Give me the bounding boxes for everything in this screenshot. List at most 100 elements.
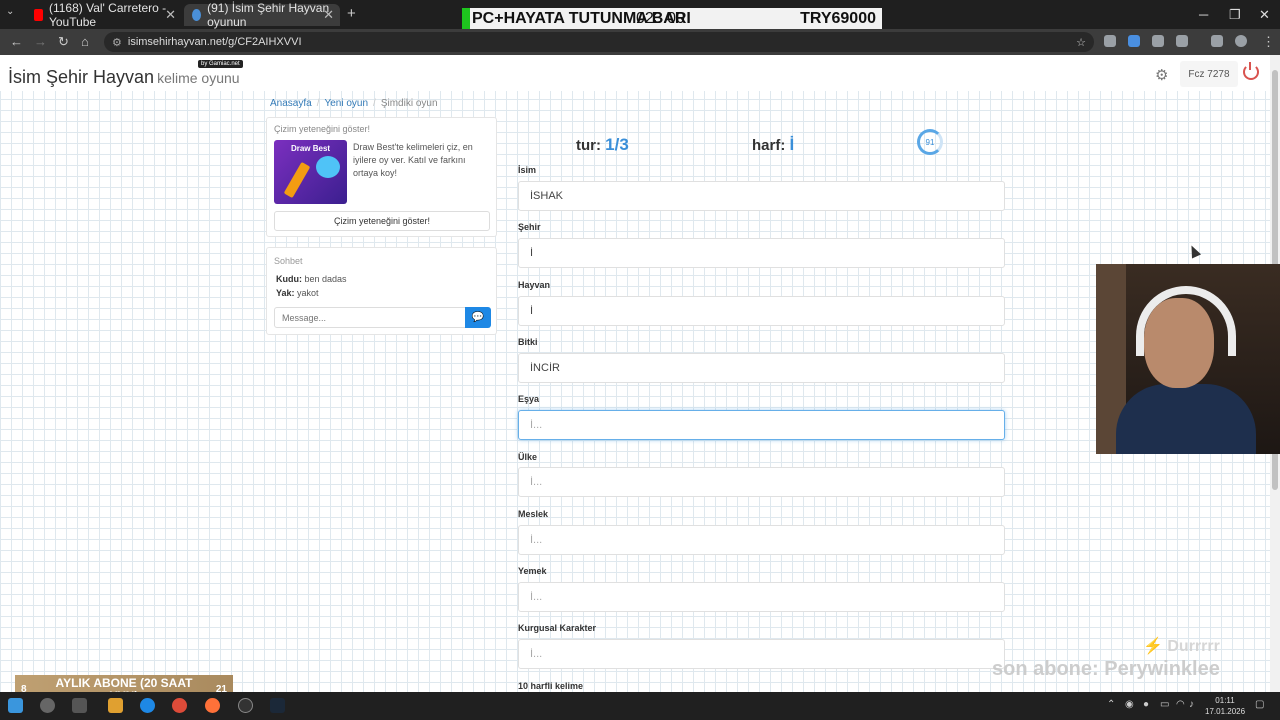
site-info-icon[interactable]: ⚙ xyxy=(112,36,122,49)
app-icon[interactable] xyxy=(108,698,123,713)
by-badge: by Gamiac.net xyxy=(198,60,243,68)
minimize-button[interactable]: ─ xyxy=(1199,7,1208,22)
edge-icon[interactable] xyxy=(140,698,155,713)
chat-bubble-icon: 💬 xyxy=(471,312,485,323)
tray-chevron-icon[interactable]: ⌃ xyxy=(1107,699,1115,710)
tab-youtube[interactable]: (1168) Val' Carretero - YouTube ✕ xyxy=(26,1,182,29)
hayvan-input[interactable] xyxy=(518,296,1005,326)
wifi-icon[interactable]: ◠ xyxy=(1176,699,1185,710)
thumb-label: Draw Best xyxy=(290,144,331,153)
field-label-kurgusal-karakter: Kurgusal Karakter xyxy=(518,623,597,633)
reload-icon[interactable]: ↻ xyxy=(58,34,69,50)
bookmark-star-icon[interactable]: ☆ xyxy=(1076,36,1086,49)
field-label-yemek: Yemek xyxy=(518,566,547,576)
meslek-input[interactable] xyxy=(518,525,1005,555)
webcam-person xyxy=(1116,384,1256,454)
maximize-button[interactable]: ❐ xyxy=(1229,7,1241,23)
promo-description: Draw Best'te kelimeleri çiz, en iyilere … xyxy=(353,142,473,178)
gear-icon[interactable]: ⚙ xyxy=(1155,66,1168,84)
ticker-goal: TRY69000 xyxy=(800,9,876,27)
volume-icon[interactable]: ♪ xyxy=(1189,699,1194,710)
url-field[interactable]: ⚙ isimsehirhayvan.net/g/CF2AIHXVVI ☆ xyxy=(104,32,1094,52)
puzzle-icon[interactable] xyxy=(1176,35,1188,47)
tab-isimsehirhayvan[interactable]: (91) İsim Şehir Hayvan oyunun ✕ xyxy=(184,1,340,29)
ticker-amount: 023.00 xyxy=(636,9,685,27)
tray-icon[interactable]: ◉ xyxy=(1125,699,1134,710)
breadcrumb-new-game[interactable]: Yeni oyun xyxy=(324,98,368,109)
chat-message: Yak: yakot xyxy=(276,288,319,298)
field-label-10-harfli-kelime: 10 harfli kelime xyxy=(518,681,584,691)
steam-icon[interactable] xyxy=(270,698,285,713)
yemek-input[interactable] xyxy=(518,582,1005,612)
firefox-icon[interactable] xyxy=(205,698,220,713)
show-drawing-skill-button[interactable]: Çizim yeteneğini göster! xyxy=(274,211,490,231)
home-icon[interactable]: ⌂ xyxy=(81,34,89,49)
breadcrumb-home[interactable]: Anasayfa xyxy=(270,98,312,109)
search-icon[interactable] xyxy=(40,698,55,713)
chat-message-input[interactable] xyxy=(274,307,466,328)
field-label-sehir: Şehir xyxy=(518,222,541,232)
youtube-icon xyxy=(34,9,43,21)
task-view-icon[interactable] xyxy=(72,698,87,713)
taskbar-clock[interactable]: 01:11 17.01.2026 xyxy=(1205,695,1245,717)
start-icon[interactable] xyxy=(8,698,23,713)
obs-icon[interactable] xyxy=(238,698,253,713)
kurgusal-karakter-input[interactable] xyxy=(518,639,1005,669)
stream-ticker: PC+HAYATA TUTUNMA BARI 023.00 TRY69000 xyxy=(462,8,882,29)
round-indicator: tur: 1/3 xyxy=(576,135,629,154)
close-tab-icon[interactable]: ✕ xyxy=(323,7,334,23)
power-icon[interactable] xyxy=(1243,62,1259,80)
round-value: 1/3 xyxy=(605,135,629,154)
extension-icon[interactable] xyxy=(1128,35,1140,47)
menu-dots-icon[interactable]: ⋮ xyxy=(1262,34,1275,50)
mouse-cursor-icon xyxy=(1186,243,1202,259)
shield-icon[interactable] xyxy=(1152,35,1164,47)
profile-avatar[interactable] xyxy=(1235,35,1247,47)
address-bar-row: ← → ↻ ⌂ ⚙ isimsehirhayvan.net/g/CF2AIHXV… xyxy=(0,29,1280,55)
breadcrumb: Anasayfa / Yeni oyun / Şimdiki oyun xyxy=(270,98,438,109)
chat-title: Sohbet xyxy=(274,256,303,266)
site-logo[interactable]: İsim Şehir Hayvan kelime oyunu by Gamiac.… xyxy=(8,60,243,88)
stream-logo: ⚡ Durrrrr xyxy=(1143,638,1220,655)
url-text: isimsehirhayvan.net/g/CF2AIHXVVI xyxy=(127,36,302,48)
field-label-isim: İsim xyxy=(518,165,537,175)
forward-icon[interactable]: → xyxy=(34,34,47,49)
draw-best-thumbnail[interactable]: Draw Best xyxy=(274,140,347,204)
network-icon[interactable]: ▭ xyxy=(1160,699,1169,710)
tab-title: (91) İsim Şehir Hayvan oyunun xyxy=(207,1,330,29)
media-icon[interactable] xyxy=(1211,35,1223,47)
field-label-esya: Eşya xyxy=(518,394,540,404)
letter-indicator: harf: İ xyxy=(752,135,795,154)
ticker-accent xyxy=(462,8,470,29)
ulke-input[interactable] xyxy=(518,467,1005,497)
site-header: İsim Şehir Hayvan kelime oyunu by Gamiac.… xyxy=(0,55,1270,91)
headphones-icon xyxy=(1136,286,1236,356)
field-label-ulke: Ülke xyxy=(518,452,538,462)
tab-list-icon[interactable]: ⌄ xyxy=(6,6,14,17)
site-favicon-icon xyxy=(192,9,202,21)
new-tab-button[interactable]: + xyxy=(347,5,356,22)
letter-value: İ xyxy=(789,135,795,154)
promo-panel: Çizim yeteneğini göster! Draw Best Draw … xyxy=(266,117,497,237)
chat-send-button[interactable]: 💬 xyxy=(465,307,491,328)
bitki-input[interactable] xyxy=(518,353,1005,383)
extension-icon[interactable] xyxy=(1104,35,1116,47)
browser-tab-bar: ⌄ (1168) Val' Carretero - YouTube ✕ (91)… xyxy=(0,0,1280,29)
countdown-timer: 91 xyxy=(917,129,943,155)
user-chip[interactable]: Fcz 7278 xyxy=(1180,61,1238,87)
tab-title: (1168) Val' Carretero - YouTube xyxy=(48,1,167,29)
chat-panel: Sohbet Kudu: ben dadas Yak: yakot 💬 xyxy=(266,247,497,335)
logo-title: İsim Şehir Hayvan xyxy=(8,67,155,87)
field-label-hayvan: Hayvan xyxy=(518,280,551,290)
close-window-button[interactable]: ✕ xyxy=(1259,7,1270,23)
chrome-icon[interactable] xyxy=(172,698,187,713)
sehir-input[interactable] xyxy=(518,238,1005,268)
isim-input[interactable] xyxy=(518,181,1005,211)
close-tab-icon[interactable]: ✕ xyxy=(165,7,176,23)
field-label-bitki: Bitki xyxy=(518,337,538,347)
back-icon[interactable]: ← xyxy=(10,34,23,49)
notifications-icon[interactable]: ▢ xyxy=(1255,699,1264,710)
esya-input[interactable] xyxy=(518,410,1005,440)
microphone-icon[interactable]: ● xyxy=(1143,699,1149,710)
promo-title: Çizim yeteneğini göster! xyxy=(274,124,371,134)
